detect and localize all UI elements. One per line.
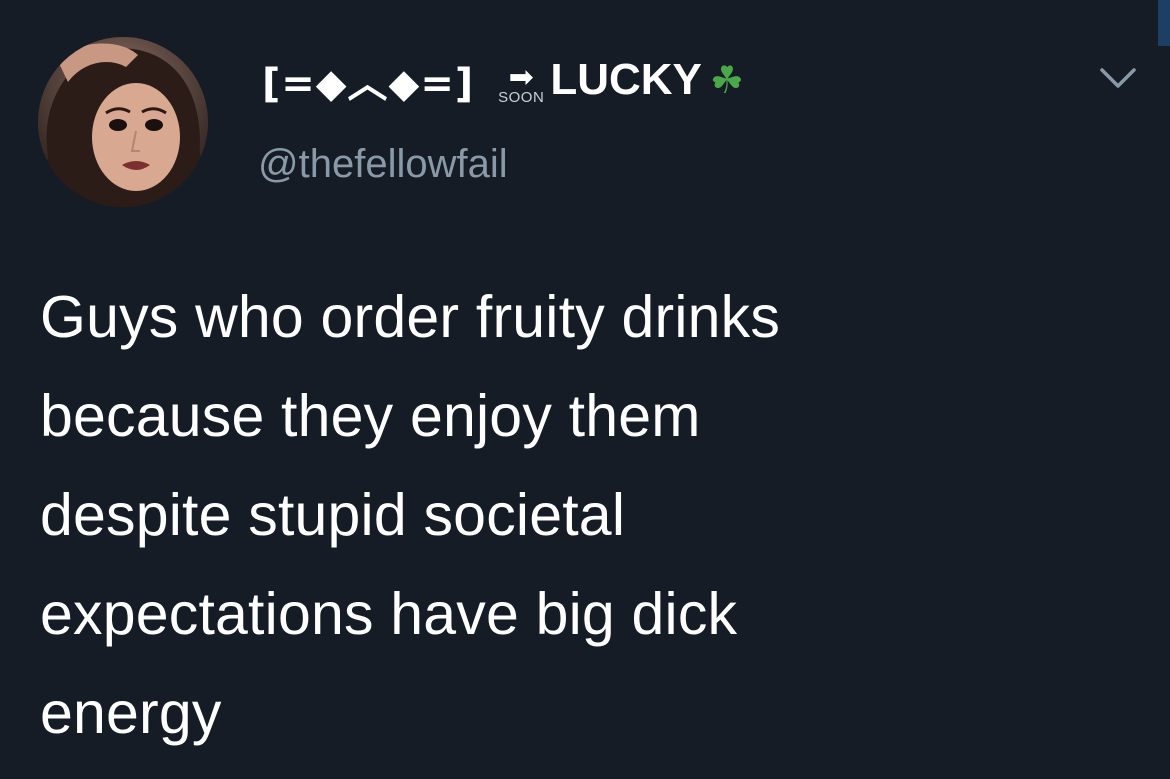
tweet-text-line: despite stupid societal [40,482,626,548]
arrow-right-icon: ➡ [508,60,534,95]
scroll-accent [1158,0,1170,46]
display-name-suffix: LUCKY [550,55,702,104]
display-name[interactable]: [=◆︿◆=] ➡ SOON LUCKY ☘ [262,52,744,108]
tweet-text-line: energy [40,680,222,746]
tweet-text-line: because they enjoy them [40,383,701,449]
soon-label: SOON [498,89,545,106]
soon-arrow: ➡ SOON [498,60,545,106]
avatar-photo [38,37,208,207]
tweet-text-line: Guys who order fruity drinks [40,284,781,350]
user-handle[interactable]: @thefellowfail [258,142,508,187]
display-name-brackets: [=◆︿◆=] [262,61,475,107]
tweet-text-line: expectations have big dick [40,581,738,647]
avatar[interactable] [38,37,208,207]
tweet-text: Guys who order fruity drinks because the… [40,268,1040,763]
chevron-down-icon[interactable] [1098,66,1138,90]
tweet-card: [=◆︿◆=] ➡ SOON LUCKY ☘ @thefellowfail Gu… [0,0,1170,779]
shamrock-icon: ☘ [709,58,744,102]
